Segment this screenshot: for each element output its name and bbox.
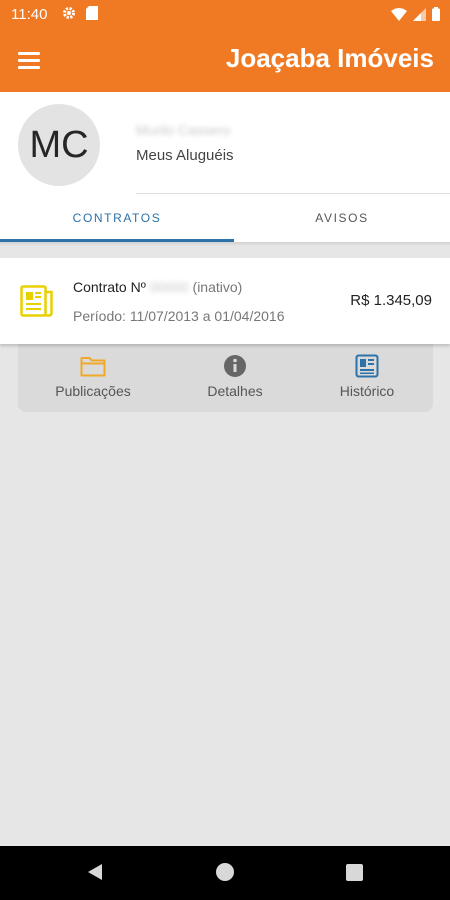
- avatar: MC: [18, 104, 100, 186]
- historico-label: Histórico: [339, 383, 395, 399]
- settings-icon: [63, 7, 75, 19]
- contract-value: R$ 1.345,09: [350, 292, 432, 309]
- contract-title: Contrato Nº 00000 (inativo): [73, 279, 242, 295]
- back-icon[interactable]: [86, 863, 104, 881]
- home-icon[interactable]: [216, 863, 234, 881]
- sd-card-icon: [86, 6, 98, 20]
- folder-icon: [80, 357, 106, 377]
- signal-icon: [413, 7, 426, 21]
- status-bar: 11:40: [0, 0, 450, 30]
- status-time: 11:40: [11, 6, 48, 23]
- contract-label: Contrato Nº: [73, 279, 146, 295]
- publicacoes-button[interactable]: Publicações: [24, 354, 162, 399]
- tabs-shadow: [0, 242, 450, 246]
- battery-icon: [432, 7, 440, 21]
- profile-header: MC Murilo Cassero Meus Aluguéis CONTRATO…: [0, 92, 450, 242]
- contract-period: Período: 11/07/2013 a 01/04/2016: [73, 308, 285, 324]
- app-bar: Joaçaba Imóveis: [0, 30, 450, 92]
- app-title: Joaçaba Imóveis: [225, 43, 434, 73]
- document-list-icon: [355, 354, 379, 378]
- menu-button[interactable]: [18, 48, 46, 76]
- detalhes-button[interactable]: Detalhes: [166, 354, 304, 399]
- detalhes-label: Detalhes: [207, 383, 263, 399]
- contract-document-icon: [20, 285, 53, 317]
- wifi-icon: [391, 7, 407, 21]
- contract-status: (inativo): [192, 279, 243, 295]
- publicacoes-label: Publicações: [55, 383, 131, 399]
- tab-bar: CONTRATOS AVISOS: [0, 194, 450, 242]
- contract-card[interactable]: Contrato Nº 00000 (inativo) Período: 11/…: [0, 258, 450, 344]
- navigation-bar: [0, 846, 450, 900]
- tab-avisos[interactable]: AVISOS: [234, 194, 450, 242]
- menu-icon: [18, 52, 40, 55]
- user-name: Murilo Cassero: [136, 122, 231, 138]
- recents-icon[interactable]: [346, 864, 363, 881]
- contract-number: 00000: [149, 279, 189, 295]
- profile-subtitle: Meus Aluguéis: [136, 147, 234, 164]
- tab-contratos[interactable]: CONTRATOS: [0, 194, 234, 242]
- info-icon: [224, 355, 246, 377]
- historico-button[interactable]: Histórico: [298, 354, 436, 399]
